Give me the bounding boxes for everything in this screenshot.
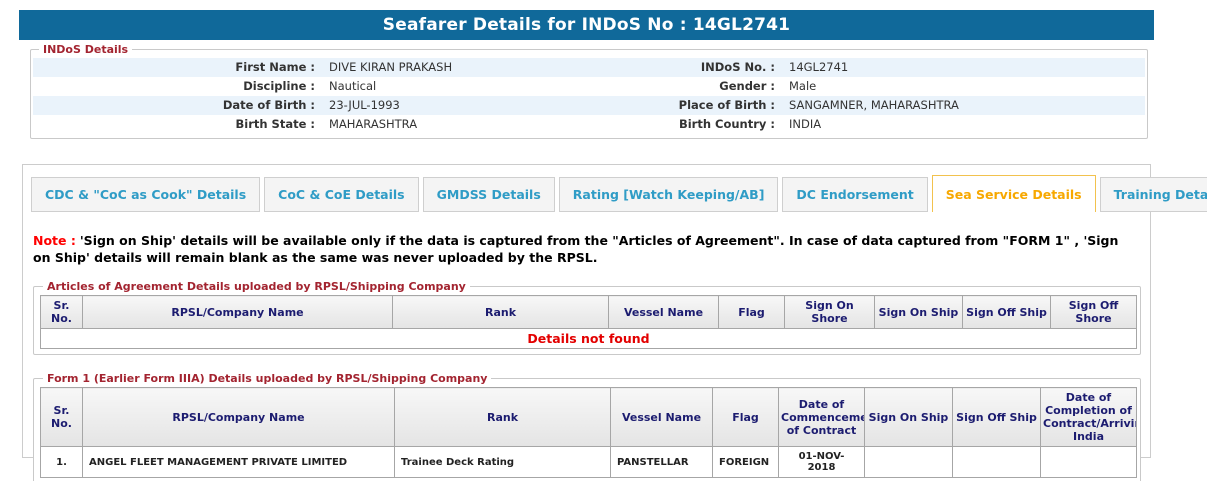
indos-details-fieldset: INDoS Details First Name : DIVE KIRAN PRA… (30, 43, 1148, 139)
form1-fieldset: Form 1 (Earlier Form IIIA) Details uploa… (33, 372, 1141, 481)
note-text: 'Sign on Ship' details will be available… (33, 233, 1119, 265)
field-label: Birth State : (235, 117, 315, 131)
table-row: 1. ANGEL FLEET MANAGEMENT PRIVATE LIMITED… (40, 446, 1137, 478)
tab-coc-coe-details[interactable]: CoC & CoE Details (264, 177, 419, 212)
note-prefix: Note : (33, 233, 76, 248)
field-value: Male (789, 79, 817, 93)
tab-content-box: CDC & "CoC as Cook" Details CoC & CoE Det… (22, 164, 1207, 481)
column-header: Rank (394, 387, 611, 447)
tab-sea-service-details[interactable]: Sea Service Details (931, 175, 1096, 212)
field-value: 14GL2741 (789, 60, 849, 74)
page: Seafarer Details for INDoS No : 14GL2741… (0, 0, 1207, 481)
empty-message: Details not found (40, 328, 1137, 349)
column-header: Vessel Name (608, 295, 719, 329)
column-header: Vessel Name (610, 387, 713, 447)
table-cell: 01-NOV-2018 (778, 446, 865, 478)
field-value: Nautical (329, 79, 377, 93)
table-cell: Trainee Deck Rating (394, 446, 611, 478)
table-cell: ANGEL FLEET MANAGEMENT PRIVATE LIMITED (82, 446, 395, 478)
column-header: Sign Off Ship (952, 387, 1041, 447)
column-header: Flag (718, 295, 785, 329)
indos-rows: First Name : DIVE KIRAN PRAKASH INDoS No. … (33, 58, 1145, 134)
form1-table: Sr. No. RPSL/Company Name Rank Vessel Name F… (40, 387, 1137, 478)
field-label: Birth Country : (678, 117, 775, 131)
table-cell: PANSTELLAR (610, 446, 713, 478)
table-header-row: Sr. No. RPSL/Company Name Rank Vessel Name F… (40, 387, 1137, 447)
column-header: Sign On Ship (874, 295, 963, 329)
info-row: Birth State : MAHARASHTRA Birth Country : I… (33, 115, 1145, 134)
field-value: SANGAMNER, MAHARASHTRA (789, 98, 959, 112)
column-header: Sign On Ship (864, 387, 953, 447)
info-row: Date of Birth : 23-JUL-1993 Place of Birth… (33, 96, 1145, 115)
field-label: Gender : (719, 79, 775, 93)
info-row: First Name : DIVE KIRAN PRAKASH INDoS No. … (33, 58, 1145, 77)
tab-cdc-coc-as-cook-details[interactable]: CDC & "CoC as Cook" Details (31, 177, 261, 212)
page-title: Seafarer Details for INDoS No : 14GL2741 (19, 10, 1154, 40)
info-row: Discipline : Nautical Gender : Male (33, 77, 1145, 96)
fieldset-legend: Articles of Agreement Details uploaded b… (47, 280, 466, 293)
field-label: First Name : (235, 60, 315, 74)
field-label: Date of Birth : (222, 98, 315, 112)
field-label: INDoS No. : (700, 60, 775, 74)
fieldset-legend: INDoS Details (43, 43, 129, 56)
field-value: 23-JUL-1993 (329, 98, 400, 112)
tab-bar: CDC & "CoC as Cook" Details CoC & CoE Det… (31, 173, 1207, 212)
column-header: Sign Off Shore (1050, 295, 1137, 329)
fieldset-legend: Form 1 (Earlier Form IIIA) Details uploa… (47, 372, 488, 385)
field-label: Place of Birth : (678, 98, 775, 112)
column-header: Date of Commencement of Contract (778, 387, 865, 447)
column-header: RPSL/Company Name (82, 387, 395, 447)
column-header: Rank (392, 295, 609, 329)
empty-row: Details not found (40, 328, 1137, 349)
table-cell: FOREIGN (712, 446, 779, 478)
tab-rating-watch-keeping-ab[interactable]: Rating [Watch Keeping/AB] (558, 177, 779, 212)
column-header: RPSL/Company Name (82, 295, 393, 329)
column-header: Flag (712, 387, 779, 447)
field-value: INDIA (789, 117, 822, 131)
table-cell (1040, 446, 1137, 478)
field-label: Discipline : (243, 79, 315, 93)
agreement-table: Sr. No. RPSL/Company Name Rank Vessel Name F… (40, 295, 1137, 349)
column-header: Sign Off Ship (962, 295, 1051, 329)
table-cell (864, 446, 953, 478)
tab-dc-endorsement[interactable]: DC Endorsement (782, 177, 928, 212)
table-cell (952, 446, 1041, 478)
table-header-row: Sr. No. RPSL/Company Name Rank Vessel Name F… (40, 295, 1137, 329)
field-value: DIVE KIRAN PRAKASH (329, 60, 453, 74)
agreement-fieldset: Articles of Agreement Details uploaded b… (33, 280, 1141, 355)
column-header: Sr. No. (40, 295, 83, 329)
tab-training-details[interactable]: Training Details (1099, 177, 1207, 212)
tab-gmdss-details[interactable]: GMDSS Details (422, 177, 555, 212)
column-header: Date of Completion of Contract/Arriving … (1040, 387, 1137, 447)
column-header: Sr. No. (40, 387, 83, 447)
table-cell: 1. (40, 446, 83, 478)
column-header: Sign On Shore (784, 295, 875, 329)
field-value: MAHARASHTRA (329, 117, 418, 131)
note: Note : 'Sign on Ship' details will be ava… (33, 232, 1138, 266)
